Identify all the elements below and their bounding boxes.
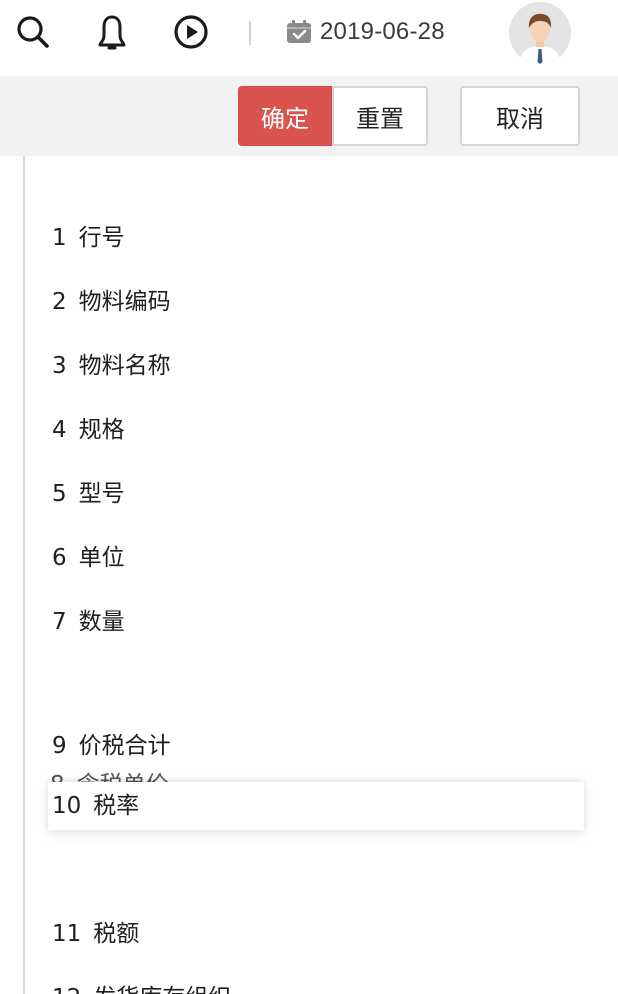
list-item[interactable]: 9 价税合计 [52, 731, 171, 761]
list-item[interactable]: 12发货库存组织 [52, 983, 231, 994]
search-icon[interactable] [13, 12, 53, 52]
list-item[interactable]: 7 数量 [52, 607, 125, 637]
action-bar: 确定 重置 取消 [0, 76, 618, 156]
reset-button[interactable]: 重置 [332, 86, 428, 146]
top-bar: 2019-06-28 [0, 0, 618, 76]
avatar-icon [509, 2, 571, 64]
list-item[interactable]: 5 型号 [52, 479, 125, 509]
bell-icon[interactable] [92, 12, 132, 52]
date-display[interactable]: 2019-06-28 [286, 14, 470, 50]
drag-placeholder-card[interactable]: 10 税率 [48, 782, 584, 830]
list-guide-line [23, 156, 25, 994]
list-item[interactable]: 11 税额 [52, 919, 139, 949]
list-item[interactable]: 4 规格 [52, 415, 125, 445]
toolbar-divider [249, 21, 251, 45]
list-item[interactable]: 1 行号 [52, 223, 125, 253]
list-item[interactable]: 3 物料名称 [52, 351, 171, 381]
user-avatar[interactable] [509, 2, 571, 64]
play-icon[interactable] [171, 12, 211, 52]
calendar-icon [287, 20, 311, 43]
list-item[interactable]: 10 税率 [52, 791, 139, 821]
list-item[interactable]: 2 物料编码 [52, 287, 171, 317]
cancel-button[interactable]: 取消 [460, 86, 580, 146]
confirm-button[interactable]: 确定 [238, 86, 332, 146]
column-list: 1行号 2物料编码 3物料名称 4规格 5型号 6单位 7数量 9价税合计 8含… [0, 156, 618, 994]
list-item[interactable]: 6 单位 [52, 543, 125, 573]
date-text: 2019-06-28 [320, 18, 445, 45]
